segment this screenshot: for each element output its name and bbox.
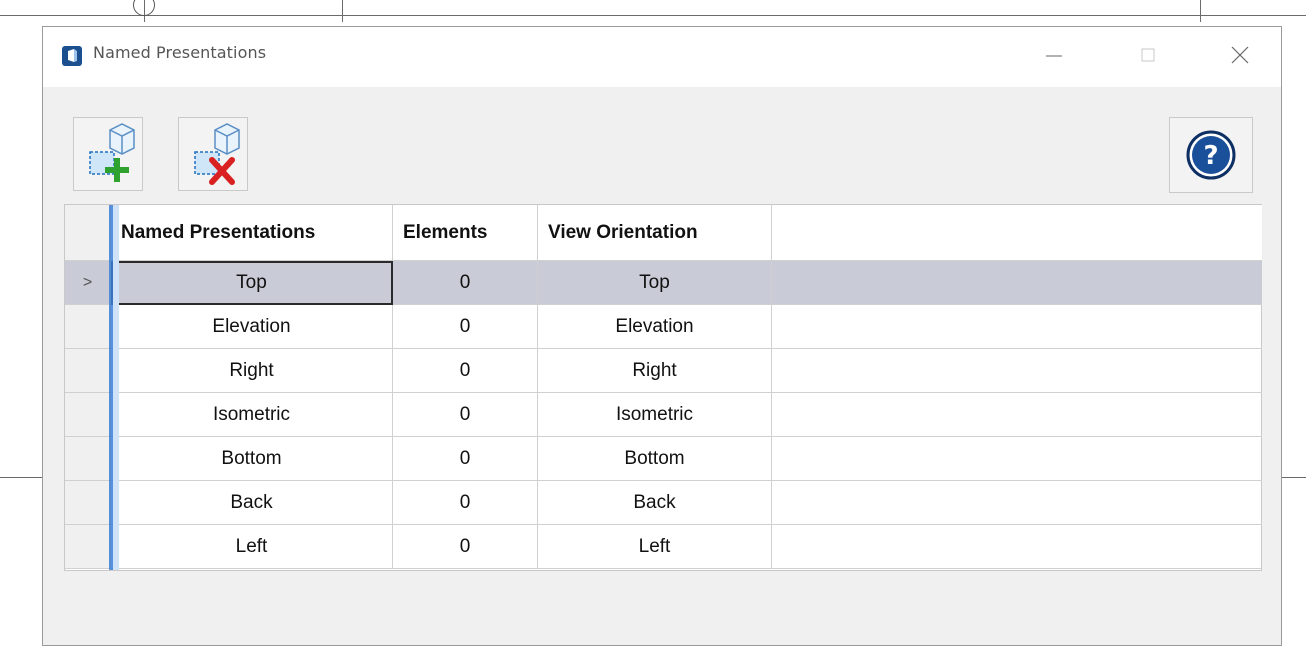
delete-presentation-button[interactable] (178, 117, 248, 191)
close-button[interactable] (1211, 27, 1269, 83)
row-header-separator-highlight (113, 205, 119, 570)
presentations-grid: Named Presentations Elements View Orient… (64, 204, 1262, 571)
grid-header-row: Named Presentations Elements View Orient… (65, 205, 1262, 261)
cell-filler (772, 525, 1262, 569)
app-icon (62, 46, 82, 66)
canvas-line-vertical-right (1200, 0, 1201, 22)
named-presentations-dialog: Named Presentations ? Named Presentation… (42, 26, 1282, 646)
cell-orientation[interactable]: Isometric (538, 393, 772, 437)
minimize-button[interactable] (1025, 27, 1083, 83)
row-header[interactable] (65, 481, 111, 525)
cell-name[interactable]: Right (111, 349, 393, 393)
cell-name[interactable]: Elevation (111, 305, 393, 349)
cell-elements[interactable]: 0 (393, 481, 538, 525)
add-presentation-button[interactable] (73, 117, 143, 191)
cell-filler (772, 349, 1262, 393)
table-row[interactable]: Isometric 0 Isometric (65, 393, 1262, 437)
cell-name[interactable]: Back (111, 481, 393, 525)
cell-orientation[interactable]: Back (538, 481, 772, 525)
cell-name[interactable]: Isometric (111, 393, 393, 437)
cell-filler (772, 481, 1262, 525)
canvas-circle-marker (133, 0, 155, 16)
delete-presentation-icon (194, 123, 240, 185)
title-bar[interactable]: Named Presentations (43, 27, 1281, 87)
maximize-icon (1141, 48, 1155, 62)
canvas-line-right-stub (1282, 477, 1306, 478)
help-button[interactable]: ? (1169, 117, 1253, 193)
cell-elements[interactable]: 0 (393, 261, 538, 305)
cell-orientation[interactable]: Elevation (538, 305, 772, 349)
close-icon (1231, 46, 1249, 64)
cell-orientation[interactable]: Bottom (538, 437, 772, 481)
cell-filler (772, 261, 1262, 305)
canvas-line-vertical-mid (342, 0, 343, 22)
cell-elements[interactable]: 0 (393, 305, 538, 349)
row-header[interactable]: > (65, 261, 111, 305)
svg-text:?: ? (1203, 141, 1218, 171)
row-header-separator (109, 205, 113, 570)
row-header[interactable] (65, 393, 111, 437)
column-header-named-presentations[interactable]: Named Presentations (111, 205, 393, 261)
table-row[interactable]: Elevation 0 Elevation (65, 305, 1262, 349)
cell-filler (772, 437, 1262, 481)
cell-elements[interactable]: 0 (393, 349, 538, 393)
add-presentation-icon (89, 123, 135, 182)
table-row[interactable]: Bottom 0 Bottom (65, 437, 1262, 481)
column-header-view-orientation[interactable]: View Orientation (538, 205, 772, 261)
help-icon: ? (1186, 130, 1236, 180)
row-header[interactable] (65, 437, 111, 481)
cell-elements[interactable]: 0 (393, 393, 538, 437)
cell-name[interactable]: Top (111, 261, 393, 305)
column-header-filler (772, 205, 1262, 261)
row-header[interactable] (65, 349, 111, 393)
current-row-marker: > (82, 273, 93, 291)
row-header[interactable] (65, 525, 111, 569)
row-header[interactable] (65, 305, 111, 349)
cell-orientation[interactable]: Left (538, 525, 772, 569)
minimize-icon (1046, 55, 1062, 57)
canvas-line-horizontal (0, 15, 1306, 16)
cell-name[interactable]: Left (111, 525, 393, 569)
table-row[interactable]: Right 0 Right (65, 349, 1262, 393)
table-row[interactable]: Back 0 Back (65, 481, 1262, 525)
table-row[interactable]: > Top 0 Top (65, 261, 1262, 305)
cell-name[interactable]: Bottom (111, 437, 393, 481)
cell-orientation[interactable]: Right (538, 349, 772, 393)
cell-filler (772, 305, 1262, 349)
cell-filler (772, 393, 1262, 437)
table-row[interactable]: Left 0 Left (65, 525, 1262, 569)
cell-elements[interactable]: 0 (393, 437, 538, 481)
maximize-button[interactable] (1119, 27, 1177, 83)
column-header-elements[interactable]: Elements (393, 205, 538, 261)
canvas-line-left-stub (0, 477, 42, 478)
cell-orientation[interactable]: Top (538, 261, 772, 305)
cell-elements[interactable]: 0 (393, 525, 538, 569)
row-header-corner (65, 205, 111, 261)
window-title: Named Presentations (93, 43, 267, 62)
